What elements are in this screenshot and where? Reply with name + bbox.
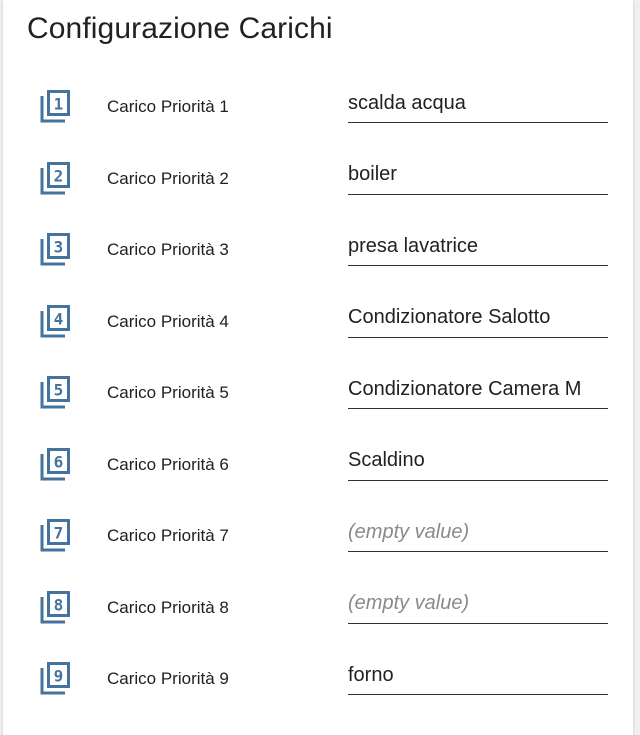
priority-2-icon[interactable]: 2 xyxy=(39,161,71,196)
row-label: Carico Priorità 4 xyxy=(107,311,229,331)
text-field-priority-8[interactable] xyxy=(348,585,608,624)
row-label: Carico Priorità 1 xyxy=(107,97,229,116)
row-label: Carico Priorità 9 xyxy=(107,669,229,688)
entity-row-priority-3: 3 Carico Priorità 3 xyxy=(3,213,633,285)
priority-7-icon[interactable]: 7 xyxy=(39,519,71,553)
text-field-priority-5[interactable] xyxy=(348,370,608,409)
entity-row-priority-6: 6 Carico Priorità 6 xyxy=(3,428,633,500)
row-label: Carico Priorità 2 xyxy=(107,168,229,188)
row-label: Carico Priorità 7 xyxy=(107,526,229,545)
text-field-priority-2[interactable] xyxy=(348,156,608,195)
loads-config-card: Configurazione Carichi 1 Carico Priorità … xyxy=(3,0,633,735)
load-name-input[interactable] xyxy=(348,588,608,619)
row-label: Carico Priorità 5 xyxy=(107,383,229,402)
text-field-priority-3[interactable] xyxy=(348,227,608,266)
text-field-priority-9[interactable] xyxy=(348,656,608,695)
text-field-priority-4[interactable] xyxy=(348,299,608,338)
text-field-priority-6[interactable] xyxy=(348,442,608,481)
load-name-input[interactable] xyxy=(348,159,608,190)
svg-text:1: 1 xyxy=(54,95,64,114)
load-name-input[interactable] xyxy=(348,302,608,333)
priority-6-icon[interactable]: 6 xyxy=(39,447,71,482)
entity-row-priority-5: 5 Carico Priorità 5 xyxy=(3,356,633,428)
svg-text:7: 7 xyxy=(54,524,64,543)
priority-4-icon[interactable]: 4 xyxy=(39,304,71,339)
svg-text:3: 3 xyxy=(54,238,64,257)
svg-text:9: 9 xyxy=(54,667,64,686)
load-name-input[interactable] xyxy=(348,517,608,547)
row-label: Carico Priorità 6 xyxy=(107,454,229,474)
text-field-priority-7[interactable] xyxy=(348,513,608,552)
load-name-input[interactable] xyxy=(348,374,608,404)
row-label: Carico Priorità 8 xyxy=(107,597,229,617)
load-name-input[interactable] xyxy=(348,88,608,118)
priority-1-icon[interactable]: 1 xyxy=(39,90,71,124)
entity-row-priority-4: 4 Carico Priorità 4 xyxy=(3,285,633,357)
svg-text:6: 6 xyxy=(54,452,64,471)
entity-row-priority-2: 2 Carico Priorità 2 xyxy=(3,142,633,214)
svg-text:5: 5 xyxy=(54,381,64,400)
card-title: Configurazione Carichi xyxy=(27,12,333,45)
svg-text:8: 8 xyxy=(54,595,64,614)
entity-row-priority-8: 8 Carico Priorità 8 xyxy=(3,571,633,643)
load-name-input[interactable] xyxy=(348,660,608,690)
load-name-input[interactable] xyxy=(348,231,608,261)
priority-3-icon[interactable]: 3 xyxy=(39,233,71,267)
entity-row-priority-9: 9 Carico Priorità 9 xyxy=(3,642,633,714)
text-field-priority-1[interactable] xyxy=(348,84,608,123)
priority-9-icon[interactable]: 9 xyxy=(39,662,71,696)
svg-text:2: 2 xyxy=(54,166,64,185)
load-name-input[interactable] xyxy=(348,445,608,476)
priority-5-icon[interactable]: 5 xyxy=(39,376,71,410)
svg-text:4: 4 xyxy=(54,309,64,328)
row-label: Carico Priorità 3 xyxy=(107,240,229,259)
entity-row-priority-1: 1 Carico Priorità 1 xyxy=(3,70,633,142)
entity-row-priority-7: 7 Carico Priorità 7 xyxy=(3,499,633,571)
priority-8-icon[interactable]: 8 xyxy=(39,590,71,625)
